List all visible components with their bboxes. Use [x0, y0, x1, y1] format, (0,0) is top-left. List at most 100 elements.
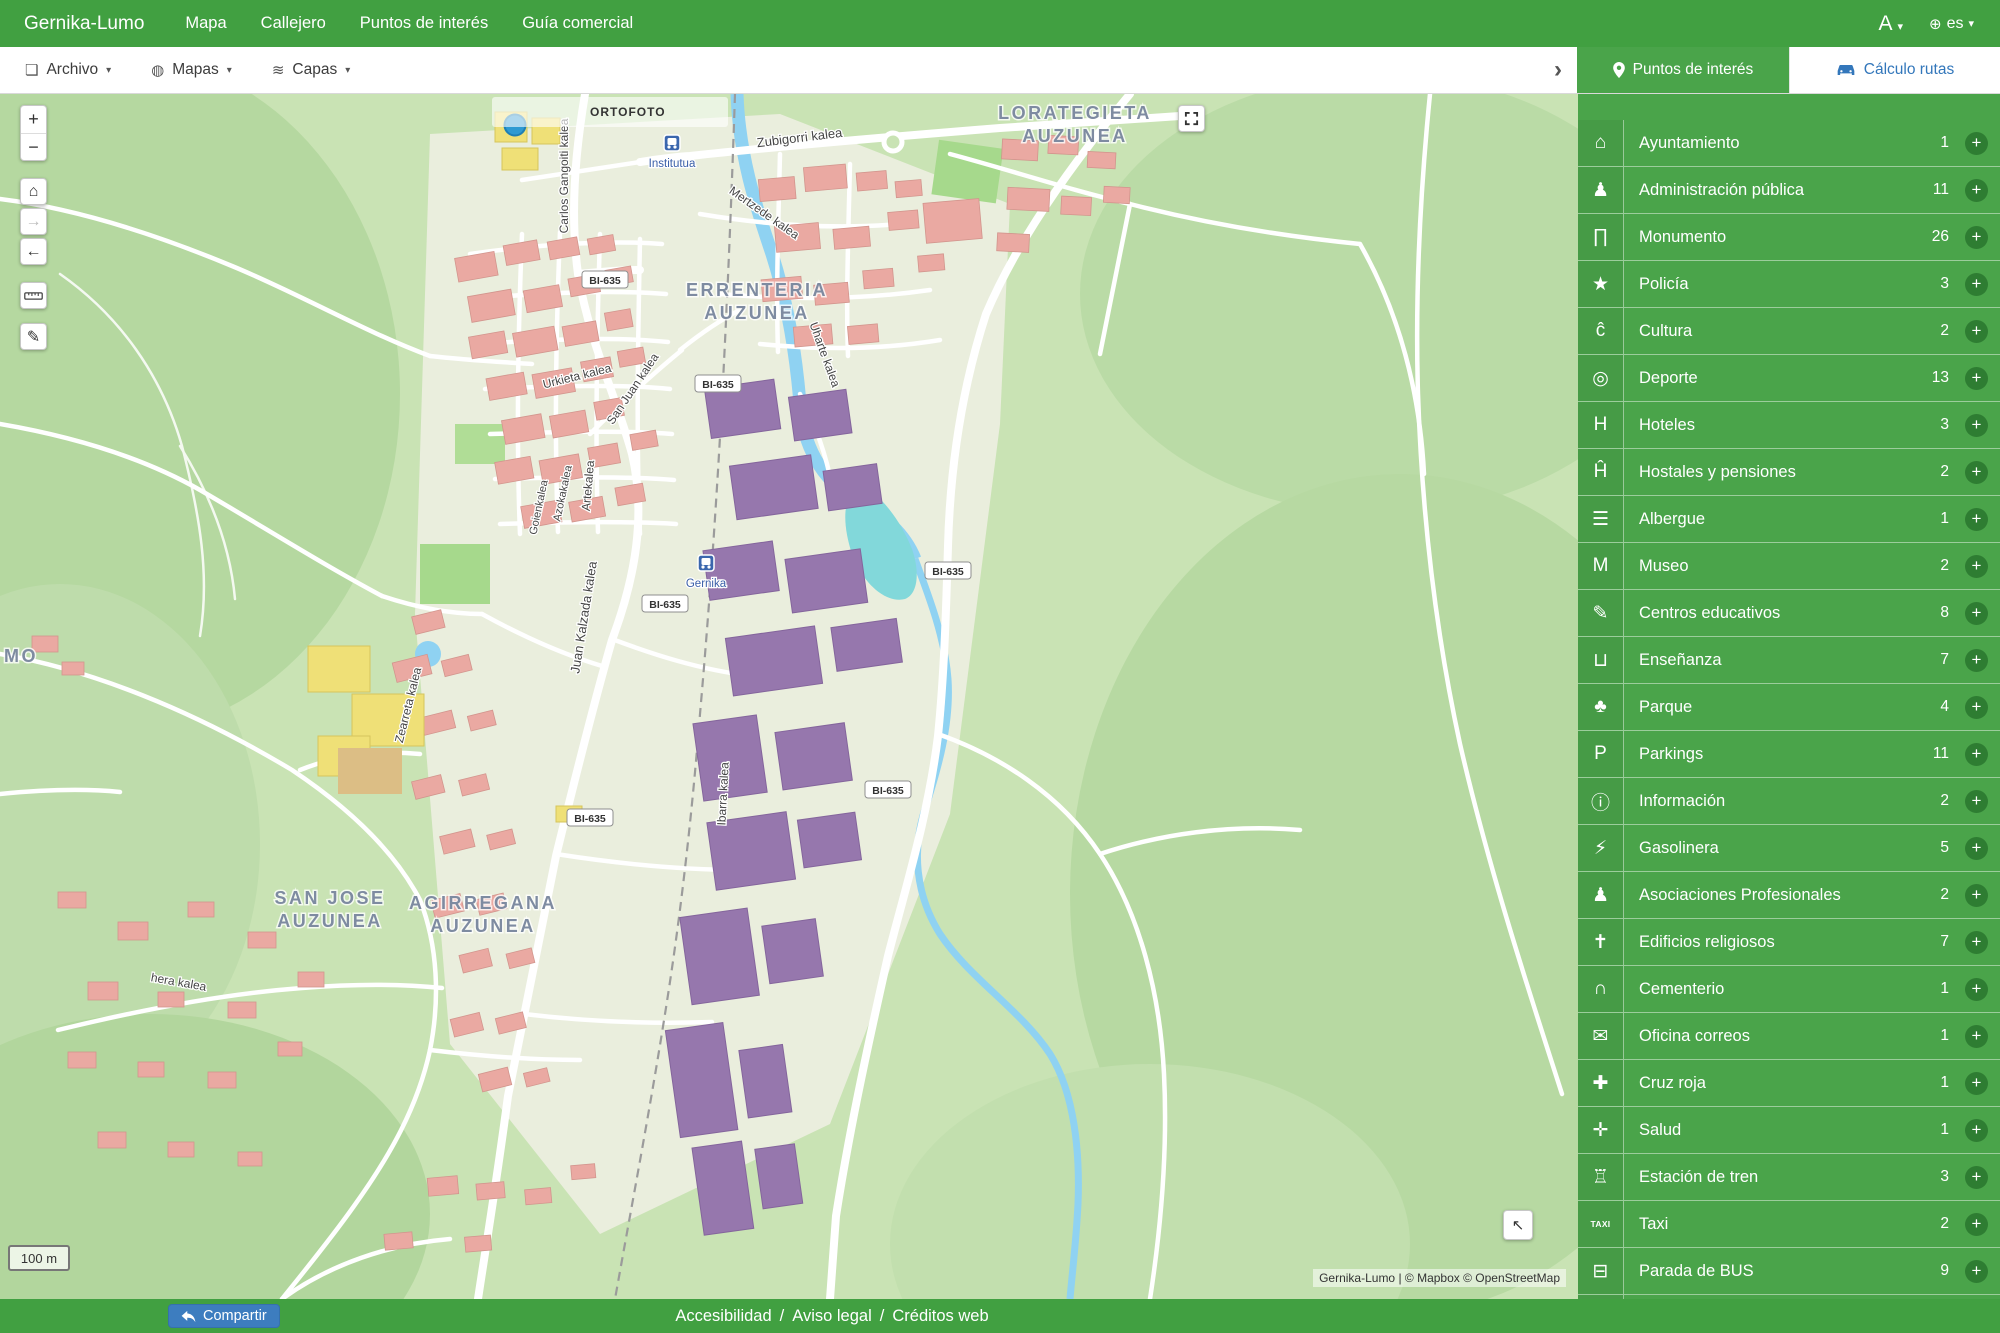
poi-category-count: 2: [1940, 322, 1949, 340]
chevron-down-icon: ▾: [345, 65, 350, 76]
poi-category-row-bus-stop[interactable]: ⊟Parada de BUS9+: [1578, 1248, 2000, 1295]
map-attribution[interactable]: Gernika-Lumo | © Mapbox © OpenStreetMap: [1313, 1269, 1566, 1287]
add-category-to-map-button[interactable]: +: [1965, 367, 1988, 390]
forward-button[interactable]: →: [20, 208, 47, 235]
footer-link-1[interactable]: Aviso legal: [792, 1307, 872, 1326]
add-category-to-map-button[interactable]: +: [1965, 884, 1988, 907]
health-icon: ✛: [1578, 1107, 1624, 1153]
poi-category-row-shelter[interactable]: ☰Albergue1+: [1578, 496, 2000, 543]
add-category-to-map-button[interactable]: +: [1965, 179, 1988, 202]
poi-category-row-town-hall[interactable]: ⌂Ayuntamiento1+: [1578, 120, 2000, 167]
language-selector[interactable]: ⊕ es ▾: [1929, 15, 1974, 33]
poi-category-count: 2: [1940, 1215, 1949, 1233]
poi-category-count: 11: [1933, 745, 1949, 763]
map-pin-icon: [1613, 62, 1625, 78]
menu-archivo[interactable]: ❏ Archivo ▾: [10, 47, 126, 93]
gas-station-icon: ⚡: [1578, 825, 1624, 871]
add-category-to-map-button[interactable]: +: [1965, 743, 1988, 766]
add-category-to-map-button[interactable]: +: [1965, 226, 1988, 249]
add-category-to-map-button[interactable]: +: [1965, 696, 1988, 719]
add-category-to-map-button[interactable]: +: [1965, 1119, 1988, 1142]
pan-northwest-button[interactable]: ↖: [1503, 1210, 1533, 1240]
poi-category-row-hostels[interactable]: ĤHostales y pensiones2+: [1578, 449, 2000, 496]
poi-category-row-museum[interactable]: MMuseo2+: [1578, 543, 2000, 590]
collapse-panel-button[interactable]: ›: [1539, 47, 1577, 93]
poi-category-row-red-cross[interactable]: ✚Cruz roja1+: [1578, 1060, 2000, 1107]
poi-category-row-park[interactable]: ♣Parque4+: [1578, 684, 2000, 731]
poi-category-row-gas-station[interactable]: ⚡Gasolinera5+: [1578, 825, 2000, 872]
poi-category-row-train-station[interactable]: ♖Estación de tren3+: [1578, 1154, 2000, 1201]
poi-category-row-sports[interactable]: ◎Deporte13+: [1578, 355, 2000, 402]
fullscreen-icon: [1184, 111, 1199, 126]
add-category-to-map-button[interactable]: +: [1965, 555, 1988, 578]
menu-mapas[interactable]: ◍ Mapas ▾: [136, 47, 247, 93]
home-button[interactable]: ⌂: [20, 178, 47, 205]
poi-category-row-taxi[interactable]: TAXITaxi2+: [1578, 1201, 2000, 1248]
poi-category-row-health[interactable]: ✛Salud1+: [1578, 1107, 2000, 1154]
poi-category-row-information[interactable]: ⓘInformación2+: [1578, 778, 2000, 825]
road-ref-badge: BI-635: [582, 271, 628, 288]
add-category-to-map-button[interactable]: +: [1965, 320, 1988, 343]
zoom-out-button[interactable]: −: [21, 133, 46, 160]
add-category-to-map-button[interactable]: +: [1965, 649, 1988, 672]
tab-puntos-de-interes[interactable]: Puntos de interés: [1577, 47, 1789, 93]
share-button-label: Compartir: [203, 1308, 267, 1324]
add-category-to-map-button[interactable]: +: [1965, 414, 1988, 437]
poi-category-label: Deporte: [1624, 369, 1932, 388]
add-category-to-map-button[interactable]: +: [1965, 1025, 1988, 1048]
footer-link-0[interactable]: Accesibilidad: [675, 1307, 771, 1326]
add-category-to-map-button[interactable]: +: [1965, 1260, 1988, 1283]
poi-category-row-cemetery[interactable]: ∩Cementerio1+: [1578, 966, 2000, 1013]
poi-category-row-hotels[interactable]: HHoteles3+: [1578, 402, 2000, 449]
poi-category-count: 8: [1940, 604, 1949, 622]
map-canvas[interactable]: Zubigorri kaleaCarlos Gangoiti kaleaMert…: [0, 94, 1578, 1299]
add-category-to-map-button[interactable]: +: [1965, 132, 1988, 155]
tab-calculo-rutas[interactable]: Cálculo rutas: [1789, 47, 2000, 93]
add-category-to-map-button[interactable]: +: [1965, 273, 1988, 296]
poi-category-row-professional-associations[interactable]: ♟Asociaciones Profesionales2+: [1578, 872, 2000, 919]
poi-category-row-monument[interactable]: ∏Monumento26+: [1578, 214, 2000, 261]
add-category-to-map-button[interactable]: +: [1965, 978, 1988, 1001]
add-category-to-map-button[interactable]: +: [1965, 508, 1988, 531]
site-brand[interactable]: Gernika-Lumo: [14, 13, 154, 35]
nav-item-guia-comercial[interactable]: Guía comercial: [505, 0, 650, 47]
poi-category-count: 3: [1940, 416, 1949, 434]
back-button[interactable]: ←: [20, 238, 47, 265]
add-category-to-map-button[interactable]: +: [1965, 931, 1988, 954]
menu-capas[interactable]: ≋ Capas ▾: [257, 47, 365, 93]
nav-item-mapa[interactable]: Mapa: [168, 0, 243, 47]
post-office-icon: ✉: [1578, 1013, 1624, 1059]
nav-item-puntos-de-interes[interactable]: Puntos de interés: [343, 0, 505, 47]
poi-category-count: 2: [1940, 886, 1949, 904]
font-size-control[interactable]: A ▾: [1878, 12, 1903, 36]
tab-poi-label: Puntos de interés: [1633, 61, 1754, 79]
add-category-to-map-button[interactable]: +: [1965, 837, 1988, 860]
add-category-to-map-button[interactable]: +: [1965, 461, 1988, 484]
add-category-to-map-button[interactable]: +: [1965, 1213, 1988, 1236]
map-container[interactable]: Zubigorri kaleaCarlos Gangoiti kaleaMert…: [0, 94, 1578, 1299]
poi-category-row-police[interactable]: ★Policía3+: [1578, 261, 2000, 308]
poi-category-count: 1: [1940, 1027, 1949, 1045]
add-category-to-map-button[interactable]: +: [1965, 1166, 1988, 1189]
zoom-in-button[interactable]: +: [21, 106, 46, 133]
poi-category-row-post-office[interactable]: ✉Oficina correos1+: [1578, 1013, 2000, 1060]
ortofoto-layer-toggle[interactable]: ORTOFOTO: [492, 97, 728, 127]
poi-category-row-culture[interactable]: ĉCultura2+: [1578, 308, 2000, 355]
neighborhood-label: AUZUNEA: [277, 911, 383, 931]
measure-button[interactable]: [20, 282, 47, 309]
poi-category-row-education-centers[interactable]: ✎Centros educativos8+: [1578, 590, 2000, 637]
poi-category-row-religious-buildings[interactable]: ✝Edificios religiosos7+: [1578, 919, 2000, 966]
footer-link-2[interactable]: Créditos web: [892, 1307, 988, 1326]
poi-category-row-parking[interactable]: PParkings11+: [1578, 731, 2000, 778]
draw-button[interactable]: ✎: [20, 323, 47, 350]
poi-category-row-teaching[interactable]: ⊔Enseñanza7+: [1578, 637, 2000, 684]
fullscreen-button[interactable]: [1178, 105, 1205, 132]
cemetery-icon: ∩: [1578, 966, 1624, 1012]
add-category-to-map-button[interactable]: +: [1965, 602, 1988, 625]
poi-category-row-public-administration[interactable]: ♟Administración pública11+: [1578, 167, 2000, 214]
add-category-to-map-button[interactable]: +: [1965, 1072, 1988, 1095]
add-category-to-map-button[interactable]: +: [1965, 790, 1988, 813]
poi-category-count: 2: [1940, 463, 1949, 481]
share-button[interactable]: Compartir: [168, 1304, 280, 1328]
nav-item-callejero[interactable]: Callejero: [244, 0, 343, 47]
